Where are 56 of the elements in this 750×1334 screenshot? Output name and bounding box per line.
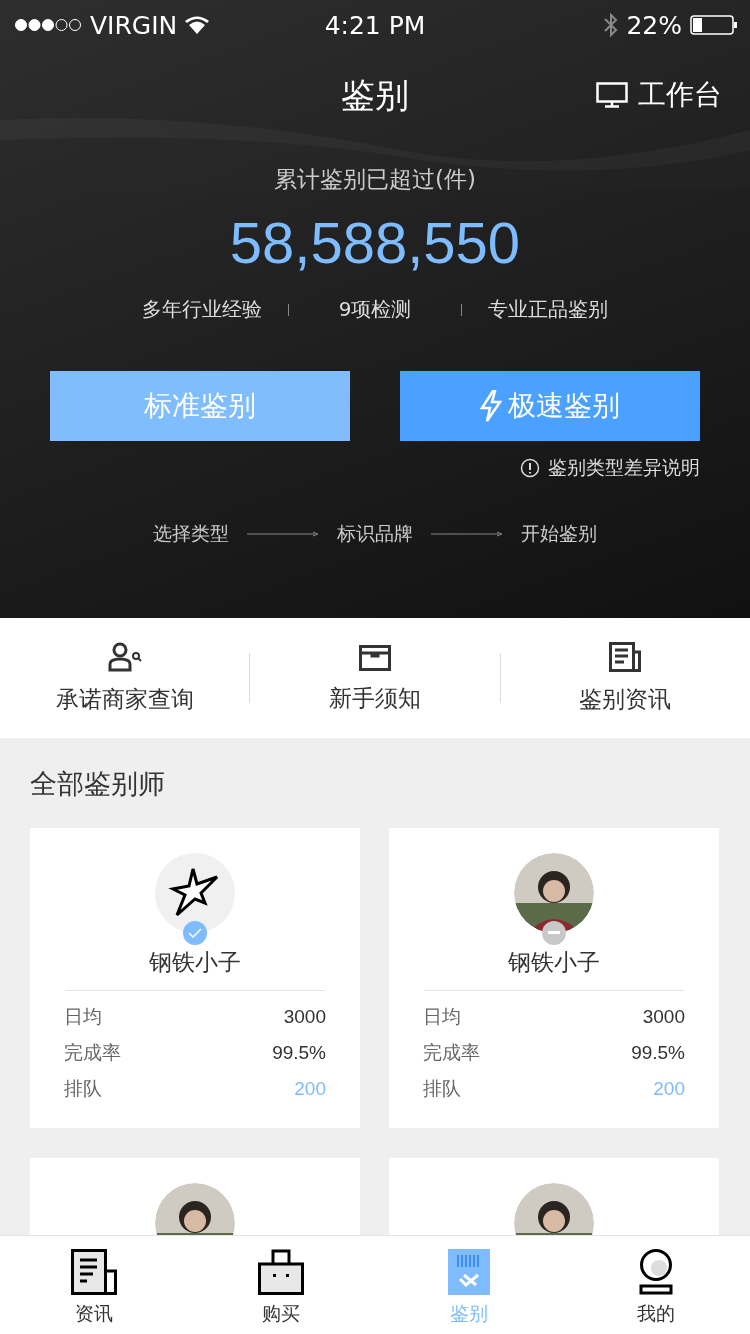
verified-badge-icon [183,921,207,945]
stat-value: 3000 [642,1006,685,1028]
stat-label: 排队 [64,1076,102,1101]
stat-value: 3000 [283,1006,326,1028]
tab-bar-item[interactable]: 购买 [187,1236,375,1334]
stat-label: 日均 [64,1004,102,1029]
workbench-button[interactable]: 工作台 [596,76,722,114]
stat-label: 排队 [423,1076,461,1101]
feature-label: 多年行业经验 [141,296,263,323]
appraiser-name: 钢铁小子 [508,948,600,977]
shortcut-link[interactable]: 新手须知 [250,618,500,738]
stat-value: 99.5% [631,1042,685,1064]
star-logo-icon [155,853,235,933]
signal-icon [14,18,82,32]
page-title: 鉴别 [341,74,409,117]
newspaper-icon [70,1248,117,1295]
lightning-icon [480,390,502,422]
arrow-icon [431,531,503,537]
difference-info-link[interactable]: 鉴别类型差异说明 [520,455,700,481]
barcode-check-icon [447,1248,490,1295]
user-search-icon [107,641,142,672]
info-icon [520,458,540,478]
battery-percent: 22% [626,10,682,40]
step-label: 选择类型 [153,521,229,546]
carrier-name: VIRGIN [90,10,178,40]
shopping-bag-icon [258,1248,305,1295]
step-label: 开始鉴别 [521,521,597,546]
appraiser-name: 钢铁小子 [149,948,241,977]
stat-label: 完成率 [64,1040,121,1065]
monitor-icon [596,82,628,108]
wifi-icon [185,16,210,34]
stat-value: 200 [294,1078,326,1100]
step-label: 标识品牌 [337,521,413,546]
appraiser-card[interactable]: 钢铁小子 日均 3000 完成率 99.5% 排队 200 [389,828,719,1128]
bluetooth-icon [604,12,619,38]
stat-label: 日均 [423,1004,461,1029]
user-icon [638,1248,675,1295]
feature-label: 专业正品鉴别 [487,296,609,323]
newspaper-icon [609,641,642,672]
stat-value: 200 [653,1078,685,1100]
shortcut-link[interactable]: 承诺商家查询 [0,618,250,738]
battery-icon [690,15,738,35]
total-count: 58,588,550 [229,209,521,276]
section-title: 全部鉴别师 [30,767,166,801]
total-caption: 累计鉴别已超过(件) [274,165,476,194]
shortcut-link[interactable]: 鉴别资讯 [500,618,750,738]
stat-value: 99.5% [272,1042,326,1064]
minus-badge-icon [542,921,566,945]
tab-bar-item[interactable]: 我的 [562,1236,750,1334]
stat-label: 完成率 [423,1040,480,1065]
appraiser-card[interactable]: 钢铁小子 日均 3000 完成率 99.5% 排队 200 [30,828,360,1128]
arrow-icon [247,531,319,537]
tab-bar-item[interactable]: 资讯 [0,1236,188,1334]
clock-time: 4:21 PM [324,10,426,40]
feature-label: 9项检测 [337,296,413,323]
box-icon [359,642,391,671]
